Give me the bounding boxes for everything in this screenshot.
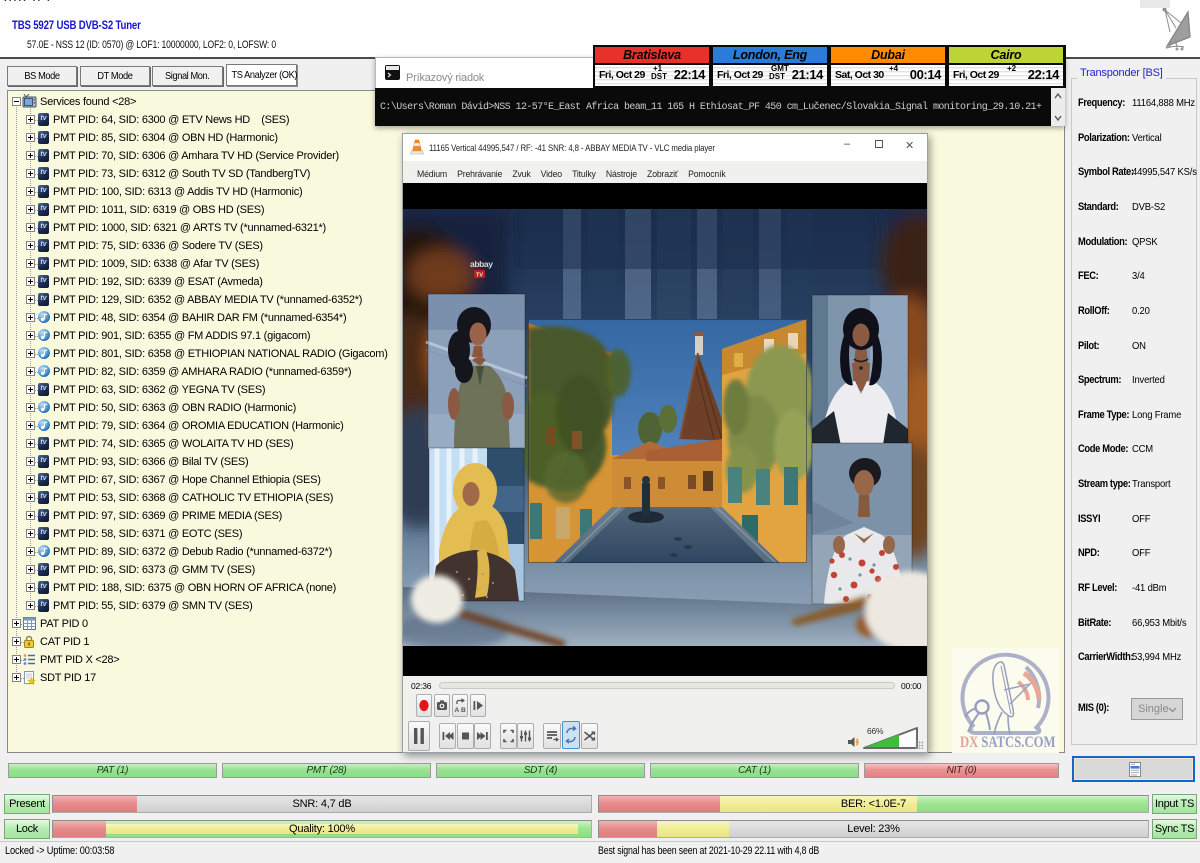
svg-text:SATCS.COM: SATCS.COM bbox=[981, 734, 1055, 751]
svg-text:DX: DX bbox=[960, 734, 979, 751]
svg-text:B: B bbox=[461, 707, 466, 714]
svg-text:A: A bbox=[455, 707, 460, 714]
svg-text:TV: TV bbox=[476, 273, 483, 279]
svg-text:abbay: abbay bbox=[470, 259, 493, 269]
